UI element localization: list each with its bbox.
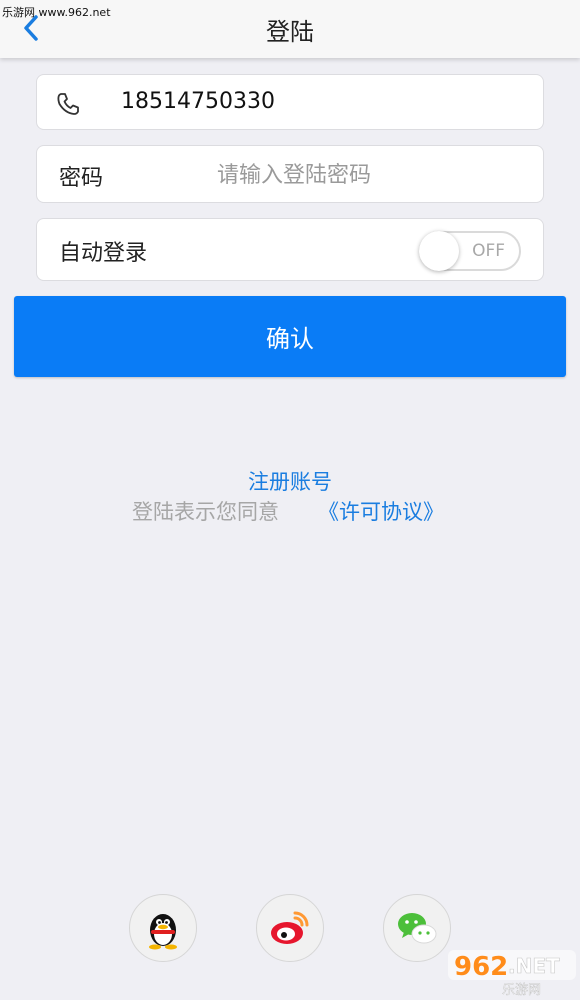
weibo-icon [271, 911, 309, 944]
toggle-state-text: OFF [472, 241, 505, 261]
phone-number-value: 18514750330 [121, 89, 275, 114]
weibo-login-button[interactable] [256, 894, 324, 962]
auto-login-label: 自动登录 [59, 241, 148, 266]
auto-login-row: 自动登录 OFF [36, 218, 544, 281]
phone-field[interactable]: 18514750330 [36, 74, 544, 130]
password-label: 密码 [59, 166, 104, 191]
watermark-text: 乐游网 www.962.net [2, 6, 111, 19]
register-link[interactable]: 注册账号 [0, 466, 580, 496]
license-link[interactable]: 《许可协议》 [318, 496, 444, 526]
password-input[interactable] [215, 156, 519, 194]
wechat-login-button[interactable] [383, 894, 451, 962]
wechat-icon [398, 913, 437, 944]
qq-login-button[interactable] [129, 894, 197, 962]
qq-icon [149, 914, 177, 950]
toggle-knob [419, 231, 459, 271]
auto-login-toggle[interactable]: OFF [419, 231, 521, 271]
watermark-logo: 962 .NET 乐游网 [448, 950, 576, 998]
watermark-caption: 乐游网 [502, 983, 541, 998]
watermark-number: 962 [454, 952, 508, 982]
phone-icon [57, 93, 79, 115]
confirm-button[interactable]: 确认 [14, 296, 566, 377]
password-field: 密码 [36, 145, 544, 203]
watermark-suffix: .NET [508, 954, 560, 978]
agreement-text: 登陆表示您同意 [132, 500, 279, 524]
